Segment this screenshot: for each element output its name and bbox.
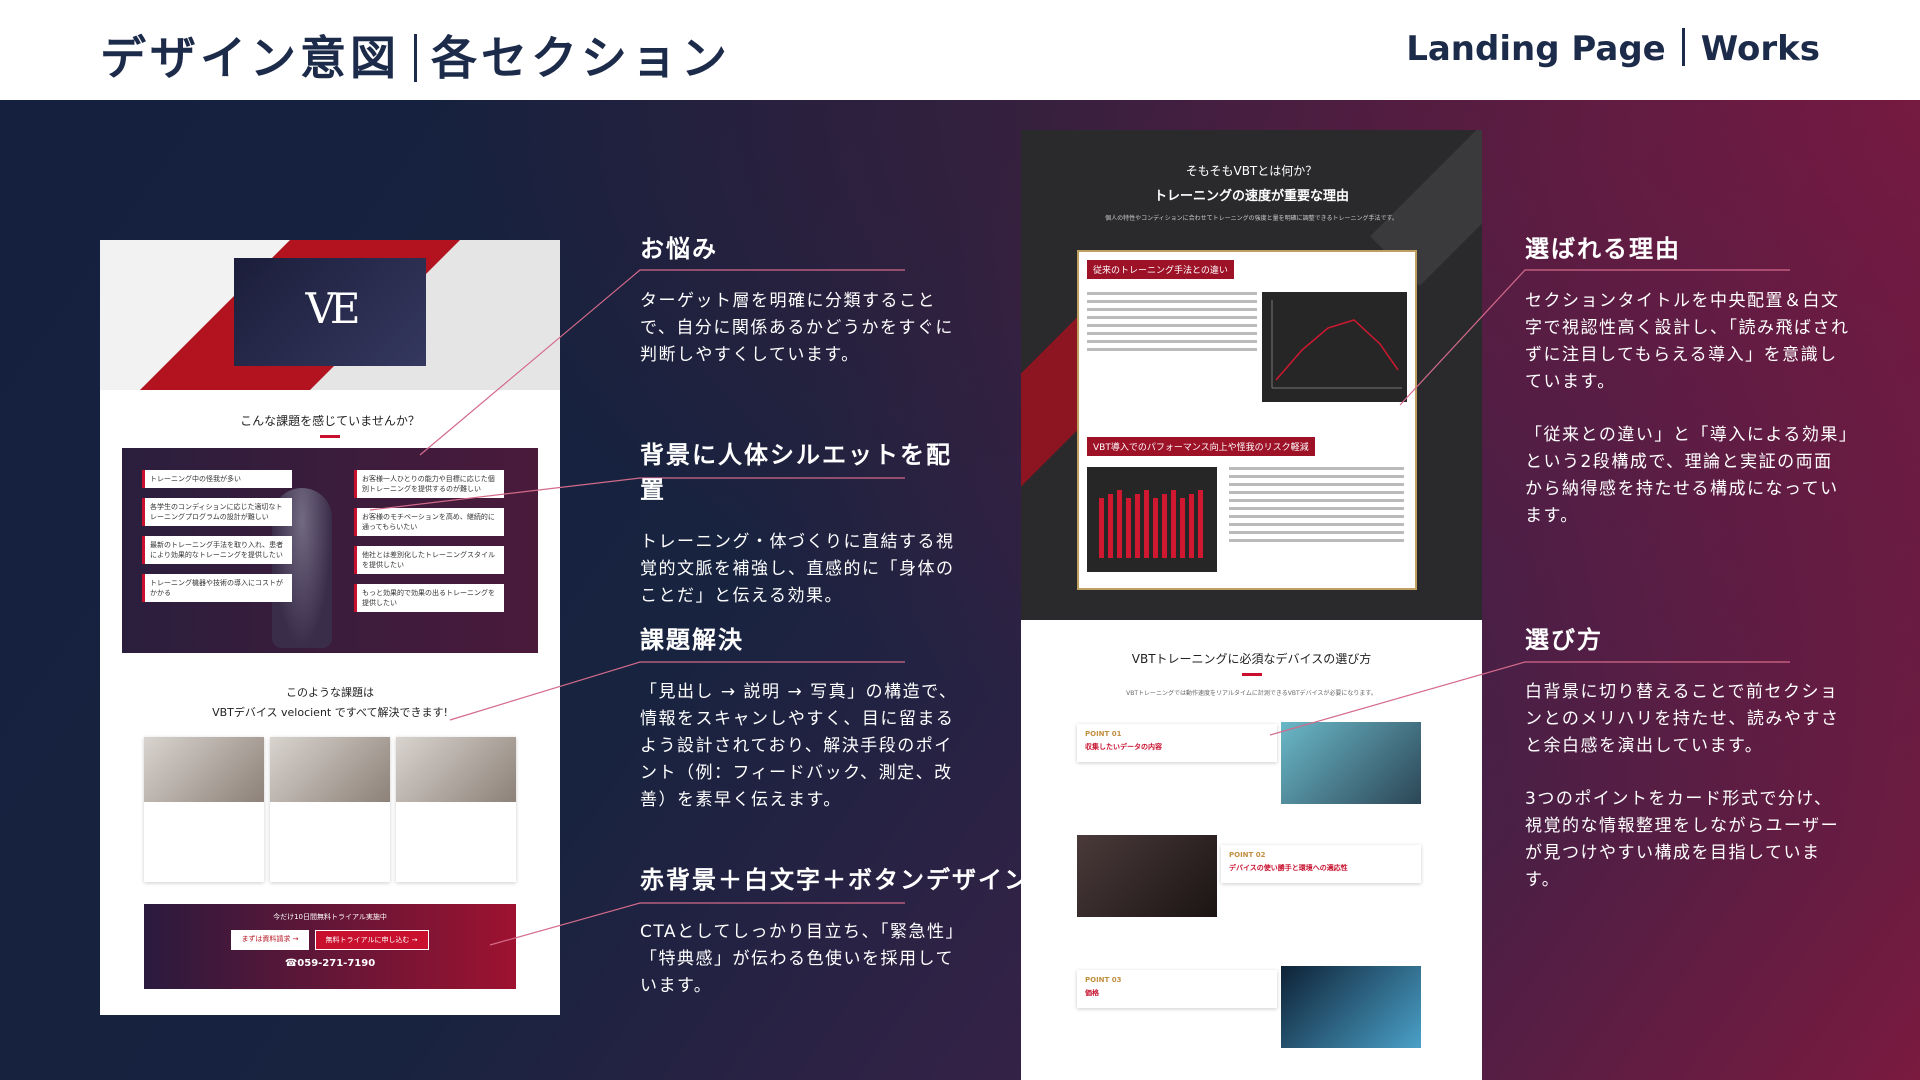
annotation-title: お悩み: [640, 235, 718, 263]
title-left: デザイン意図: [100, 31, 400, 85]
annotation-body: 「従来との違い」と「導入による効果」という2段構成で、理論と実証の両面から納得感…: [1525, 425, 1849, 526]
annotation-kadai: 課題解決 「見出し → 説明 → 写真」の構造で、情報をスキャンしやすく、目に留…: [640, 620, 970, 814]
page-title: デザイン意図 各セクション: [100, 22, 731, 88]
annotation-onayami: お悩み ターゲット層を明確に分類することで、自分に関係あるかどうかをすぐに判断し…: [640, 229, 960, 369]
annotation-cta: 赤背景＋白文字＋ボタンデザイン CTAとしてしっかり目立ち、「緊急性」「特典感」…: [640, 860, 1030, 1000]
annotation-title: 背景に人体シルエットを配置: [640, 441, 952, 504]
title-right: 各セクション: [431, 31, 731, 85]
subtitle-right: Works: [1700, 29, 1820, 69]
annotation-body: CTAとしてしっかり目立ち、「緊急性」「特典感」が伝わる色使いを採用しています。: [640, 922, 956, 996]
subtitle-divider: [1681, 28, 1685, 66]
page-subtitle: Landing Page Works: [1406, 28, 1820, 69]
annotation-title: 選び方: [1525, 626, 1603, 654]
annotation-erabikata: 選び方 白背景に切り替えることで前セクションとのメリハリを持たせ、読みやすさと余…: [1525, 620, 1850, 894]
annotation-haikei: 背景に人体シルエットを配置 トレーニング・体づくりに直結する視覚的文脈を補強し、…: [640, 435, 960, 610]
annotation-title: 赤背景＋白文字＋ボタンデザイン: [640, 866, 1030, 894]
annotation-erabareru: 選ばれる理由 セクションタイトルを中央配置＆白文字で視認性高く設計し、「読み飛ば…: [1525, 229, 1850, 530]
presentation-stage: VE こんな課題を感じていませんか？ トレーニング中の怪我が多い 各学生のコンデ…: [0, 100, 1920, 1080]
annotation-title: 選ばれる理由: [1525, 235, 1681, 263]
annotation-body: 白背景に切り替えることで前セクションとのメリハリを持たせ、読みやすさと余白感を演…: [1525, 682, 1840, 756]
page-header: デザイン意図 各セクション Landing Page Works: [0, 0, 1920, 100]
title-divider: [414, 34, 417, 82]
annotation-body: トレーニング・体づくりに直結する視覚的文脈を補強し、直感的に「身体のことだ」と伝…: [640, 532, 955, 606]
annotation-title: 課題解決: [640, 626, 744, 654]
annotation-body: 「見出し → 説明 → 写真」の構造で、情報をスキャンしやすく、目に留まるよう設…: [640, 682, 958, 810]
annotation-body: セクションタイトルを中央配置＆白文字で視認性高く設計し、「読み飛ばされずに注目し…: [1525, 291, 1850, 392]
annotation-body: 3つのポイントをカード形式で分け、視覚的な情報整理をしながらユーザーが見つけやす…: [1525, 789, 1840, 890]
annotation-body: ターゲット層を明確に分類することで、自分に関係あるかどうかをすぐに判断しやすくし…: [640, 291, 954, 365]
subtitle-left: Landing Page: [1406, 29, 1666, 69]
